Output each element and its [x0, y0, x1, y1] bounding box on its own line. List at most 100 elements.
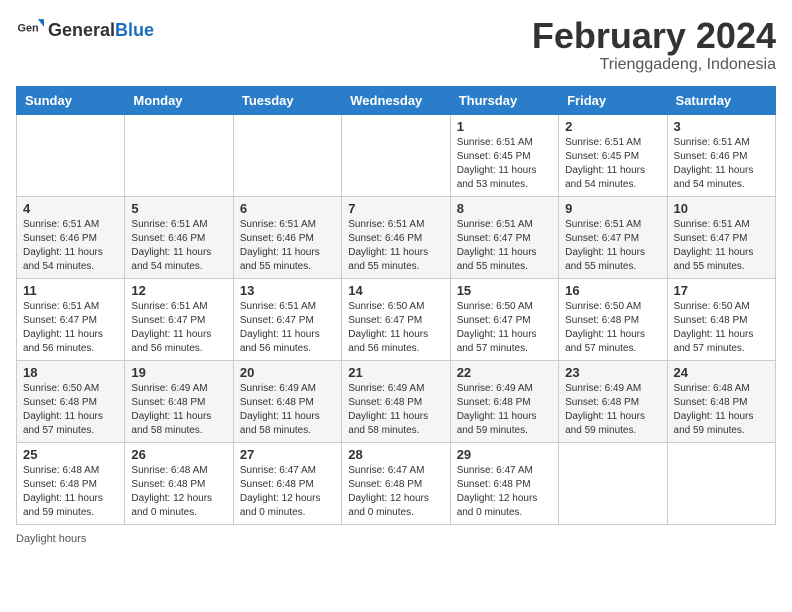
day-info: Sunrise: 6:49 AMSunset: 6:48 PMDaylight:… — [131, 382, 226, 438]
day-info: Sunrise: 6:48 AMSunset: 6:48 PMDaylight:… — [23, 464, 118, 520]
day-info: Sunrise: 6:51 AMSunset: 6:47 PMDaylight:… — [131, 300, 226, 356]
day-number: 18 — [23, 365, 118, 380]
svg-text:Gen: Gen — [18, 23, 39, 35]
calendar-header-row: SundayMondayTuesdayWednesdayThursdayFrid… — [17, 86, 776, 114]
logo-icon: Gen — [16, 16, 44, 44]
calendar-cell: 21 Sunrise: 6:49 AMSunset: 6:48 PMDayligh… — [342, 360, 450, 442]
day-info: Sunrise: 6:49 AMSunset: 6:48 PMDaylight:… — [457, 382, 552, 438]
title-area: February 2024 Trienggadeng, Indonesia — [532, 16, 776, 74]
calendar-cell: 14 Sunrise: 6:50 AMSunset: 6:47 PMDayligh… — [342, 278, 450, 360]
day-number: 22 — [457, 365, 552, 380]
day-info: Sunrise: 6:51 AMSunset: 6:47 PMDaylight:… — [240, 300, 335, 356]
logo-general: General — [48, 20, 115, 40]
calendar-cell: 28 Sunrise: 6:47 AMSunset: 6:48 PMDayligh… — [342, 442, 450, 524]
day-number: 6 — [240, 201, 335, 216]
logo-blue: Blue — [115, 20, 154, 40]
logo: Gen GeneralBlue — [16, 16, 154, 44]
day-info: Sunrise: 6:48 AMSunset: 6:48 PMDaylight:… — [131, 464, 226, 520]
daylight-hours-label: Daylight hours — [16, 533, 86, 545]
day-number: 24 — [674, 365, 769, 380]
calendar-cell: 9 Sunrise: 6:51 AMSunset: 6:47 PMDaylight… — [559, 196, 667, 278]
day-number: 12 — [131, 283, 226, 298]
calendar-cell: 24 Sunrise: 6:48 AMSunset: 6:48 PMDayligh… — [667, 360, 775, 442]
location-title: Trienggadeng, Indonesia — [532, 56, 776, 74]
calendar-cell: 10Sunrise: 6:51 AMSunset: 6:47 PMDayligh… — [667, 196, 775, 278]
day-info: Sunrise: 6:50 AMSunset: 6:47 PMDaylight:… — [348, 300, 443, 356]
calendar-cell: 4Sunrise: 6:51 AMSunset: 6:46 PMDaylight… — [17, 196, 125, 278]
day-number: 2 — [565, 119, 660, 134]
day-number: 16 — [565, 283, 660, 298]
day-info: Sunrise: 6:47 AMSunset: 6:48 PMDaylight:… — [348, 464, 443, 520]
calendar-cell: 15 Sunrise: 6:50 AMSunset: 6:47 PMDayligh… — [450, 278, 558, 360]
day-info: Sunrise: 6:51 AMSunset: 6:45 PMDaylight:… — [457, 136, 552, 192]
month-title: February 2024 — [532, 16, 776, 56]
day-info: Sunrise: 6:51 AMSunset: 6:46 PMDaylight:… — [131, 218, 226, 274]
day-number: 4 — [23, 201, 118, 216]
calendar-cell — [559, 442, 667, 524]
day-info: Sunrise: 6:51 AMSunset: 6:47 PMDaylight:… — [565, 218, 660, 274]
calendar-week-row: 11 Sunrise: 6:51 AMSunset: 6:47 PMDayligh… — [17, 278, 776, 360]
calendar-cell — [17, 114, 125, 196]
calendar-cell: 13 Sunrise: 6:51 AMSunset: 6:47 PMDayligh… — [233, 278, 341, 360]
day-number: 29 — [457, 447, 552, 462]
day-info: Sunrise: 6:49 AMSunset: 6:48 PMDaylight:… — [348, 382, 443, 438]
day-number: 7 — [348, 201, 443, 216]
day-number: 28 — [348, 447, 443, 462]
footer-note: Daylight hours — [16, 533, 776, 545]
calendar-cell: 26Sunrise: 6:48 AMSunset: 6:48 PMDayligh… — [125, 442, 233, 524]
logo-text: GeneralBlue — [48, 20, 154, 41]
day-number: 21 — [348, 365, 443, 380]
calendar-cell — [342, 114, 450, 196]
calendar-cell: 5 Sunrise: 6:51 AMSunset: 6:46 PMDaylight… — [125, 196, 233, 278]
calendar-cell: 19 Sunrise: 6:49 AMSunset: 6:48 PMDayligh… — [125, 360, 233, 442]
day-number: 25 — [23, 447, 118, 462]
day-number: 19 — [131, 365, 226, 380]
day-number: 15 — [457, 283, 552, 298]
day-info: Sunrise: 6:51 AMSunset: 6:45 PMDaylight:… — [565, 136, 660, 192]
day-info: Sunrise: 6:51 AMSunset: 6:46 PMDaylight:… — [240, 218, 335, 274]
day-info: Sunrise: 6:48 AMSunset: 6:48 PMDaylight:… — [674, 382, 769, 438]
calendar-cell: 7Sunrise: 6:51 AMSunset: 6:46 PMDaylight… — [342, 196, 450, 278]
calendar-cell: 1 Sunrise: 6:51 AMSunset: 6:45 PMDaylight… — [450, 114, 558, 196]
calendar-cell: 29Sunrise: 6:47 AMSunset: 6:48 PMDayligh… — [450, 442, 558, 524]
day-header-sunday: Sunday — [17, 86, 125, 114]
day-info: Sunrise: 6:49 AMSunset: 6:48 PMDaylight:… — [565, 382, 660, 438]
day-info: Sunrise: 6:49 AMSunset: 6:48 PMDaylight:… — [240, 382, 335, 438]
day-number: 8 — [457, 201, 552, 216]
day-info: Sunrise: 6:50 AMSunset: 6:48 PMDaylight:… — [565, 300, 660, 356]
day-header-monday: Monday — [125, 86, 233, 114]
calendar-cell: 12 Sunrise: 6:51 AMSunset: 6:47 PMDayligh… — [125, 278, 233, 360]
day-info: Sunrise: 6:50 AMSunset: 6:48 PMDaylight:… — [674, 300, 769, 356]
day-info: Sunrise: 6:51 AMSunset: 6:47 PMDaylight:… — [674, 218, 769, 274]
day-info: Sunrise: 6:50 AMSunset: 6:48 PMDaylight:… — [23, 382, 118, 438]
day-number: 5 — [131, 201, 226, 216]
day-number: 17 — [674, 283, 769, 298]
day-number: 20 — [240, 365, 335, 380]
calendar-cell: 18 Sunrise: 6:50 AMSunset: 6:48 PMDayligh… — [17, 360, 125, 442]
day-info: Sunrise: 6:51 AMSunset: 6:47 PMDaylight:… — [23, 300, 118, 356]
header: Gen GeneralBlue February 2024 Trienggade… — [16, 16, 776, 74]
day-number: 14 — [348, 283, 443, 298]
calendar-cell: 3Sunrise: 6:51 AMSunset: 6:46 PMDaylight… — [667, 114, 775, 196]
day-info: Sunrise: 6:47 AMSunset: 6:48 PMDaylight:… — [240, 464, 335, 520]
day-number: 1 — [457, 119, 552, 134]
calendar-table: SundayMondayTuesdayWednesdayThursdayFrid… — [16, 86, 776, 525]
day-number: 11 — [23, 283, 118, 298]
day-number: 13 — [240, 283, 335, 298]
calendar-cell: 17 Sunrise: 6:50 AMSunset: 6:48 PMDayligh… — [667, 278, 775, 360]
calendar-week-row: 1 Sunrise: 6:51 AMSunset: 6:45 PMDaylight… — [17, 114, 776, 196]
calendar-cell: 20 Sunrise: 6:49 AMSunset: 6:48 PMDayligh… — [233, 360, 341, 442]
day-header-wednesday: Wednesday — [342, 86, 450, 114]
day-header-saturday: Saturday — [667, 86, 775, 114]
calendar-cell: 25 Sunrise: 6:48 AMSunset: 6:48 PMDayligh… — [17, 442, 125, 524]
day-info: Sunrise: 6:50 AMSunset: 6:47 PMDaylight:… — [457, 300, 552, 356]
day-number: 3 — [674, 119, 769, 134]
calendar-cell: 6 Sunrise: 6:51 AMSunset: 6:46 PMDaylight… — [233, 196, 341, 278]
calendar-cell: 23Sunrise: 6:49 AMSunset: 6:48 PMDayligh… — [559, 360, 667, 442]
calendar-cell — [233, 114, 341, 196]
day-info: Sunrise: 6:51 AMSunset: 6:47 PMDaylight:… — [457, 218, 552, 274]
day-number: 9 — [565, 201, 660, 216]
calendar-week-row: 18 Sunrise: 6:50 AMSunset: 6:48 PMDayligh… — [17, 360, 776, 442]
day-number: 27 — [240, 447, 335, 462]
calendar-week-row: 25 Sunrise: 6:48 AMSunset: 6:48 PMDayligh… — [17, 442, 776, 524]
